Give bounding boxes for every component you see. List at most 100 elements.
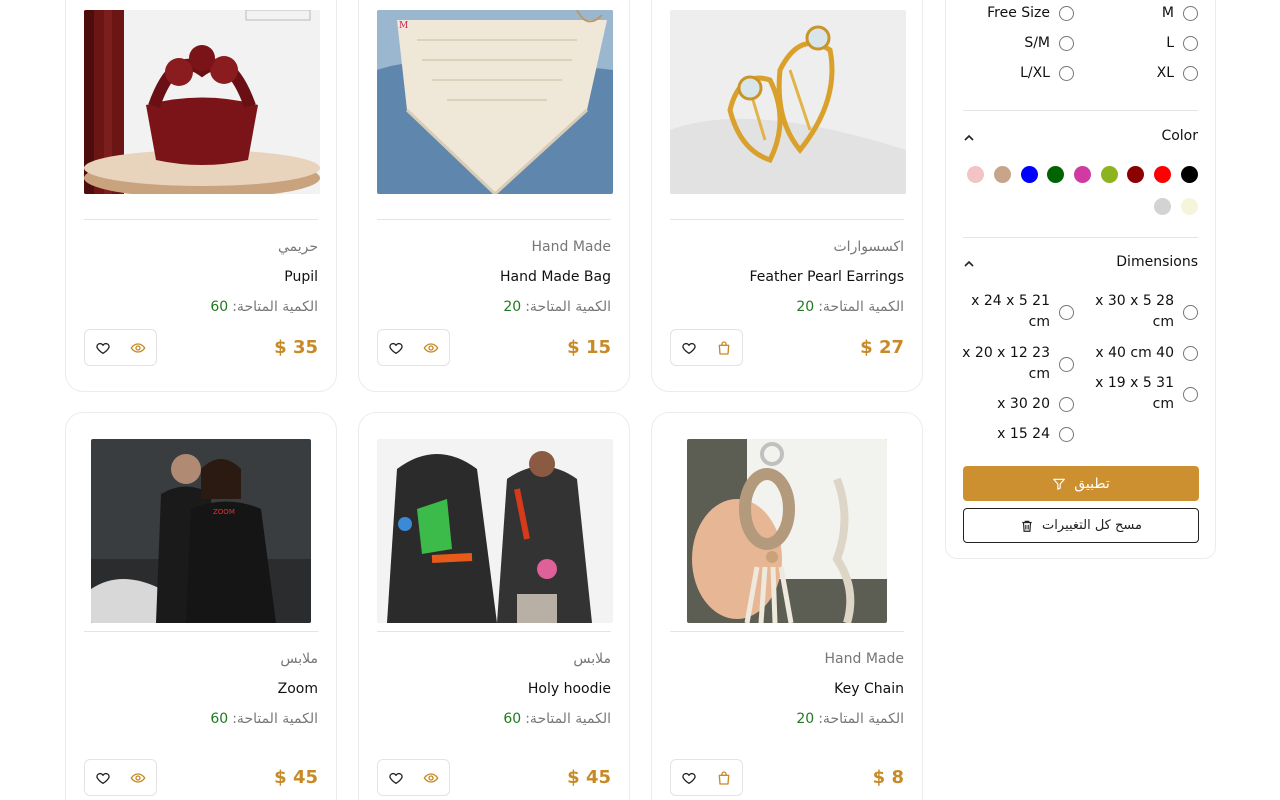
color-swatch-light-gray[interactable] — [1154, 198, 1171, 215]
wishlist-button[interactable] — [671, 330, 707, 365]
product-image[interactable]: M — [377, 10, 613, 194]
product-image[interactable] — [84, 10, 320, 194]
card-divider — [377, 631, 611, 632]
dimension-line: x 20 x 12 23 — [962, 345, 1050, 361]
size-option[interactable]: L — [1166, 33, 1198, 54]
size-radio[interactable] — [1059, 36, 1074, 51]
color-swatch-black[interactable] — [1181, 166, 1198, 183]
add-to-cart-button[interactable] — [707, 760, 743, 795]
color-section-header[interactable]: Color — [963, 128, 1198, 148]
wishlist-button[interactable] — [671, 760, 707, 795]
product-card[interactable]: ZOOM ملابس Zoom الكمية المتاحة:60 $ 45 — [65, 412, 337, 800]
chevron-up-icon — [964, 134, 974, 141]
color-swatch-blue[interactable] — [1021, 166, 1038, 183]
product-category: اكسسوارات — [833, 239, 905, 255]
product-card[interactable]: Hand Made Key Chain الكمية المتاحة:20 $ … — [651, 412, 923, 800]
product-card[interactable]: اكسسوارات Feather Pearl Earrings الكمية … — [651, 0, 923, 392]
product-image[interactable] — [687, 439, 887, 623]
size-option[interactable]: M — [1162, 3, 1198, 24]
color-swatch-green[interactable] — [1047, 166, 1064, 183]
clear-filters-button[interactable]: مسح كل التغييرات — [963, 508, 1199, 543]
dimension-radio[interactable] — [1183, 386, 1198, 402]
dimension-radio[interactable] — [1059, 356, 1074, 372]
size-option[interactable]: XL — [1157, 63, 1198, 84]
eye-icon — [423, 342, 439, 353]
filter-sidebar: M Free Size L S/M XL L/XL Color Dimensio… — [945, 0, 1216, 559]
quantity-value: 60 — [503, 711, 522, 727]
size-radio[interactable] — [1183, 66, 1198, 81]
size-label: L — [1166, 35, 1174, 51]
dimension-option[interactable]: x 30 x 5 28 cm — [1095, 291, 1198, 333]
size-option[interactable]: S/M — [1024, 33, 1074, 54]
quantity-label: الكمية المتاحة: — [232, 299, 318, 315]
color-swatch-tan[interactable] — [994, 166, 1011, 183]
quantity-value: 60 — [210, 711, 229, 727]
product-price: $ 27 — [860, 337, 904, 358]
card-divider — [84, 219, 318, 220]
color-swatch-red[interactable] — [1154, 166, 1171, 183]
color-swatch-dark-red[interactable] — [1127, 166, 1144, 183]
product-name[interactable]: Zoom — [278, 681, 318, 697]
quick-view-button[interactable] — [414, 330, 450, 365]
color-swatch-magenta[interactable] — [1074, 166, 1091, 183]
dimension-option[interactable]: x 40 cm 40 — [1095, 343, 1198, 364]
quick-view-button[interactable] — [121, 760, 157, 795]
product-quantity: الكمية المتاحة:60 — [210, 299, 318, 315]
product-image[interactable] — [377, 439, 613, 623]
color-swatch-olive-green[interactable] — [1101, 166, 1118, 183]
product-name[interactable]: Key Chain — [834, 681, 904, 697]
size-option[interactable]: L/XL — [1020, 63, 1074, 84]
product-name[interactable]: Holy hoodie — [528, 681, 611, 697]
size-radio[interactable] — [1183, 36, 1198, 51]
dimension-option[interactable]: x 24 x 5 21 cm — [971, 291, 1074, 333]
dimension-radio[interactable] — [1183, 346, 1198, 361]
product-image[interactable]: ZOOM — [91, 439, 311, 623]
size-option[interactable]: Free Size — [987, 3, 1074, 24]
product-name[interactable]: Hand Made Bag — [500, 269, 611, 285]
product-quantity: الكمية المتاحة:20 — [796, 711, 904, 727]
heart-icon — [682, 772, 696, 784]
wishlist-button[interactable] — [378, 760, 414, 795]
product-price: $ 8 — [872, 767, 904, 788]
size-radio[interactable] — [1059, 6, 1074, 21]
svg-text:ZOOM: ZOOM — [213, 508, 235, 516]
product-quantity: الكمية المتاحة:20 — [796, 299, 904, 315]
dimension-option[interactable]: x 30 20 — [997, 394, 1074, 415]
wishlist-button[interactable] — [85, 760, 121, 795]
bag-photo — [84, 10, 320, 194]
color-swatch-pink[interactable] — [967, 166, 984, 183]
wishlist-button[interactable] — [85, 330, 121, 365]
dimension-label: x 20 x 12 23 cm — [962, 343, 1050, 385]
add-to-cart-button[interactable] — [707, 330, 743, 365]
size-radio[interactable] — [1059, 66, 1074, 81]
dimension-option[interactable]: x 15 24 — [997, 424, 1074, 445]
product-card[interactable]: حريمي Pupil الكمية المتاحة:60 $ 35 — [65, 0, 337, 392]
color-swatch-beige[interactable] — [1181, 198, 1198, 215]
product-price: $ 15 — [567, 337, 611, 358]
dimension-option[interactable]: x 20 x 12 23 cm — [962, 343, 1074, 385]
apply-filters-button[interactable]: تطبيق — [963, 466, 1199, 501]
card-actions — [377, 759, 450, 796]
dimension-radio[interactable] — [1059, 397, 1074, 412]
product-card[interactable]: ملابس Holy hoodie الكمية المتاحة:60 $ 45 — [358, 412, 630, 800]
quick-view-button[interactable] — [121, 330, 157, 365]
dimension-radio[interactable] — [1059, 427, 1074, 442]
product-category: ملابس — [573, 651, 611, 667]
dimension-radio[interactable] — [1059, 304, 1074, 320]
shopping-bag-icon — [718, 340, 730, 355]
size-radio[interactable] — [1183, 6, 1198, 21]
quick-view-button[interactable] — [414, 760, 450, 795]
product-name[interactable]: Feather Pearl Earrings — [749, 269, 904, 285]
wishlist-button[interactable] — [378, 330, 414, 365]
product-image[interactable] — [670, 10, 906, 194]
dimension-line: x 24 x 5 21 — [971, 293, 1050, 309]
product-card[interactable]: M Hand Made Hand Made Bag الكمية المتاحة… — [358, 0, 630, 392]
dimension-unit: cm — [1152, 314, 1174, 330]
apply-label: تطبيق — [1074, 475, 1110, 492]
card-actions — [670, 759, 743, 796]
dimensions-section-header[interactable]: Dimensions — [963, 254, 1198, 274]
product-name[interactable]: Pupil — [284, 269, 318, 285]
dimension-option[interactable]: x 19 x 5 31 cm — [1095, 373, 1198, 415]
product-price: $ 45 — [274, 767, 318, 788]
dimension-radio[interactable] — [1183, 304, 1198, 320]
